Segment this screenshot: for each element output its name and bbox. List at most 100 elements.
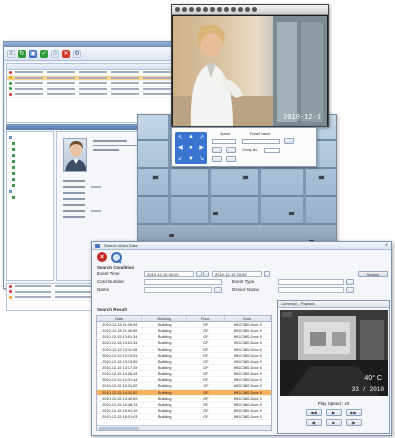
cell-floor: GF (203, 402, 209, 407)
cell-floor: GF (203, 335, 209, 340)
settings-icon[interactable]: ⚙ (73, 49, 81, 58)
time-to-field[interactable]: 2010-12-15 23:59 (212, 271, 262, 277)
preset-label: Preset Name (250, 132, 271, 136)
step-back-button[interactable]: ◀| (305, 419, 322, 426)
horizontal-scrollbar[interactable] (97, 425, 271, 430)
zoom-icon[interactable] (210, 7, 215, 12)
play-button[interactable]: ▶ (325, 409, 342, 416)
video-feed[interactable]: 2010-12-1 (173, 16, 327, 126)
camera-icon[interactable] (152, 175, 159, 180)
cell-building: Building (157, 323, 172, 327)
search-icon[interactable] (111, 251, 122, 263)
arrow-left-icon[interactable]: ◀ (175, 143, 186, 154)
arrow-down-left-icon[interactable]: ↙ (175, 153, 186, 164)
rewind-button[interactable]: ◀◀ (305, 409, 322, 416)
focus-near-button[interactable] (212, 156, 222, 162)
arrow-up-left-icon[interactable]: ↖ (175, 132, 186, 143)
name-field[interactable] (144, 287, 212, 293)
cell-date: 2010-12-15 14:31:52 (102, 390, 138, 395)
search-result-label: Search Result (97, 307, 128, 312)
cell-date: 2010-12-15 13:13:59 (102, 359, 138, 364)
cell-date: 2010-12-15 13:11:45 (102, 347, 138, 352)
cell-building: Building (157, 384, 172, 389)
device-lookup-button[interactable] (346, 287, 354, 293)
ptz-icon[interactable] (245, 7, 250, 12)
check-icon[interactable]: ✓ (40, 49, 48, 58)
preset-go-button[interactable] (284, 138, 294, 144)
cell-building: Building (157, 390, 172, 395)
time-from-field[interactable]: 2010-12-15 00:00 (144, 271, 194, 277)
menu-icon[interactable]: ≡ (7, 49, 15, 58)
window-titlebar[interactable]: Search Video Data × (92, 242, 391, 250)
user-icon[interactable]: ☺ (51, 49, 59, 58)
search-result-table[interactable]: Date Building Floor Door 2010-12-15 11:0… (96, 315, 272, 431)
arrow-down-right-icon[interactable]: ↘ (196, 153, 207, 164)
detail-fields (63, 178, 101, 220)
record-icon[interactable] (196, 7, 201, 12)
preset-field[interactable] (242, 139, 280, 144)
camera-icon[interactable] (318, 175, 325, 180)
device-tree[interactable] (6, 131, 54, 281)
close-icon[interactable]: × (384, 242, 388, 250)
card-info (93, 140, 137, 154)
camera-icon[interactable] (212, 211, 219, 216)
stop-button[interactable]: ■ (325, 419, 342, 426)
card-number-field[interactable] (144, 279, 222, 285)
scrollbar-thumb[interactable] (99, 427, 139, 430)
layout-icon[interactable] (217, 7, 222, 12)
cell-door: IHDC380-Door 0 (233, 347, 262, 352)
play-icon[interactable] (175, 7, 180, 12)
camera-icon[interactable] (288, 211, 295, 216)
pause-icon[interactable] (182, 7, 187, 12)
focus-far-button[interactable] (226, 156, 236, 162)
center-icon[interactable]: ● (186, 143, 197, 154)
camera-icon[interactable] (168, 233, 175, 238)
cell-door: IHDC380-Door 0 (233, 323, 262, 327)
zoom-out-button[interactable] (226, 147, 236, 153)
fullscreen-icon[interactable] (224, 7, 229, 12)
monitor-icon[interactable]: ▣ (29, 49, 37, 58)
col-door[interactable]: Door (225, 316, 271, 321)
ok-icon (9, 81, 12, 85)
table-row[interactable]: 2010-12-15 16:01:03 Building GF IHDC380-Doo… (97, 414, 271, 421)
time-from-spinner[interactable] (203, 271, 209, 277)
camera-icon (12, 177, 15, 181)
settings-icon[interactable] (231, 7, 236, 12)
refresh-icon[interactable]: ↻ (18, 49, 26, 58)
cell-floor: GF (203, 365, 209, 370)
arrow-down-icon[interactable]: ▼ (186, 153, 197, 164)
col-building[interactable]: Building (142, 316, 187, 321)
snapshot-icon[interactable] (203, 7, 208, 12)
time-to-spinner[interactable] (264, 271, 270, 277)
stop-icon[interactable] (189, 7, 194, 12)
camera-icon[interactable] (242, 175, 249, 180)
audio-icon[interactable] (238, 7, 243, 12)
group-field[interactable] (264, 148, 280, 153)
window-title: Search Video Data (104, 243, 138, 248)
cell-date: 2010-12-15 11:06:34 (102, 323, 138, 327)
close-icon[interactable] (252, 7, 257, 12)
step-forward-button[interactable]: |▶ (345, 419, 362, 426)
arrow-right-icon[interactable]: ▶ (196, 143, 207, 154)
zoom-in-button[interactable] (212, 147, 222, 153)
name-lookup-button[interactable] (214, 287, 222, 293)
col-date[interactable]: Date (97, 316, 143, 321)
arrow-up-right-icon[interactable]: ↗ (196, 132, 207, 143)
event-row[interactable] (7, 92, 173, 98)
playback-video[interactable]: 40° C 33 / 2010 (280, 310, 388, 396)
device-name-field[interactable] (278, 287, 344, 293)
cell-door: IHDC380-Door 0 (233, 402, 262, 407)
time-from-spinner[interactable] (196, 271, 202, 277)
tree-item[interactable] (9, 194, 51, 200)
speed-field[interactable] (212, 139, 236, 144)
close-button[interactable]: × (97, 252, 107, 262)
event-type-dropdown[interactable] (346, 279, 354, 285)
stop-icon[interactable]: ✕ (62, 49, 70, 58)
arrow-up-icon[interactable]: ▲ (186, 132, 197, 143)
cell-door: IHDC380-Door 0 (233, 384, 262, 389)
ptz-direction-pad[interactable]: ↖ ▲ ↗ ◀ ● ▶ ↙ ▼ ↘ (175, 132, 207, 164)
event-type-field[interactable] (278, 279, 344, 285)
col-floor[interactable]: Floor (187, 316, 225, 321)
search-button[interactable]: Search (358, 271, 388, 277)
fast-forward-button[interactable]: ▶▶ (345, 409, 362, 416)
